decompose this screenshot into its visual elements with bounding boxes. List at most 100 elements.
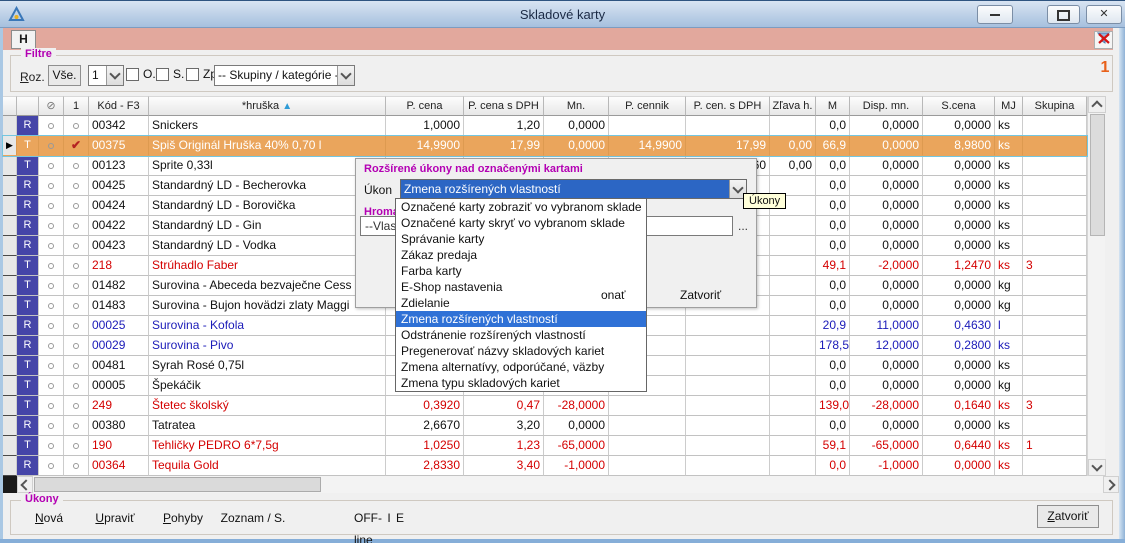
table-row[interactable]: ▶ T ✔ 249 Štetec školský 0,3920 0,47 -28… [3,396,1087,416]
checkbox-zp-box[interactable] [186,68,199,81]
roz-link[interactable]: Roz. [20,70,45,84]
count-select-button[interactable] [106,66,123,85]
row-selector-cell: ▶ [3,236,17,256]
groups-select[interactable]: -- Skupiny / kategórie -- [214,65,355,86]
cell-mj: ks [995,236,1023,256]
cell-name: Syrah Rosé 0,75l [149,356,386,376]
header-code[interactable]: Kód - F3 [89,96,149,116]
attachment-cell [39,416,64,436]
header-pcena[interactable]: P. cena [386,96,464,116]
dot-icon [73,163,79,169]
h-button[interactable]: H [11,30,36,49]
cell-disp: 0,0000 [850,356,923,376]
horizontal-scrollbar-thumb[interactable] [34,477,321,492]
header-m[interactable]: M [816,96,850,116]
dot-icon [73,283,79,289]
vykonat-button[interactable]: onať [601,288,626,302]
cell-m: 0,0 [816,196,850,216]
vertical-scrollbar-thumb[interactable] [1090,114,1105,236]
scroll-left-button[interactable] [17,476,33,493]
dropdown-item[interactable]: Označené karty skryť vo vybranom sklade [396,215,646,231]
cell-pcennik [609,116,686,136]
minimize-button[interactable] [977,5,1013,24]
dropdown-item[interactable]: Správanie karty [396,231,646,247]
cell-m: 59,1 [816,436,850,456]
row-type-cell: T [17,356,39,376]
cell-scena: 8,9800 [923,136,995,156]
chevron-up-icon [1091,100,1102,111]
action-button[interactable]: I [382,507,396,529]
cell-m: 0,0 [816,296,850,316]
dropdown-item[interactable]: Odstránenie rozšírených vlastností [396,327,646,343]
dropdown-item[interactable]: Zákaz predaja [396,247,646,263]
action-button[interactable]: OFF-line [354,507,368,529]
flag-cell: ✔ [64,416,89,436]
scroll-right-button[interactable] [1103,476,1119,493]
cell-disp: 0,0000 [850,196,923,216]
scroll-up-button[interactable] [1088,96,1106,113]
table-row[interactable]: ▶ R ✔ 00380 Tatratea 2,6670 3,20 0,0000 … [3,416,1087,436]
flag-cell: ✔ [64,196,89,216]
maximize-button[interactable] [1047,5,1080,24]
vse-button[interactable]: Vše. [48,65,81,86]
attachment-icon[interactable]: ⊘ [39,96,64,116]
table-row[interactable]: ▶ T ✔ 00375 Spiš Originál Hruška 40% 0,7… [3,136,1087,156]
dropdown-item[interactable]: Zmena alternatívy, odporúčané, väzby [396,359,646,375]
action-button[interactable]: Pohyby [148,507,218,529]
header-flag[interactable]: 1 [64,96,89,116]
vertical-scrollbar[interactable] [1087,96,1105,476]
checkbox-o-box[interactable] [126,68,139,81]
groups-select-button[interactable] [337,66,354,85]
close-window-button[interactable]: Zatvoriť [1037,505,1099,528]
dropdown-item[interactable]: Označené karty zobraziť vo vybranom skla… [396,199,646,215]
action-button[interactable]: E [396,507,404,529]
dropdown-item[interactable]: Pregenerovať názvy skladových kariet [396,343,646,359]
browse-button[interactable]: ... [738,219,748,233]
row-selector-cell: ▶ [3,256,17,276]
chevron-down-icon [1091,460,1102,471]
dialog-close-button[interactable]: Zatvoriť [680,288,721,302]
cell-mj: ks [995,356,1023,376]
attachment-cell [39,136,64,156]
header-mj[interactable]: MJ [995,96,1023,116]
table-row[interactable]: ▶ T ✔ 190 Tehličky PEDRO 6*7,5g 1,0250 1… [3,436,1087,456]
ukony-tooltip: Úkony [743,193,786,209]
horizontal-scrollbar[interactable] [3,476,1119,493]
close-button[interactable]: ✕ [1086,5,1122,24]
header-pcennik[interactable]: P. cennik [609,96,686,116]
cancel-filter-button[interactable] [1094,31,1113,49]
cell-mn: -28,0000 [544,396,609,416]
header-name[interactable]: *hruška ▲ [149,96,386,116]
action-button[interactable]: Zoznam / S. [218,507,288,529]
cell-name: Surovina - Kofola [149,316,386,336]
ukon-combobox[interactable]: Zmena rozšírených vlastností [400,179,747,199]
scroll-down-button[interactable] [1088,459,1106,476]
header-type[interactable] [17,96,39,116]
table-row[interactable]: ▶ R ✔ 00342 Snickers 1,0000 1,20 0,0000 … [3,116,1087,136]
checkbox-s[interactable]: S. [156,67,184,81]
header-mn[interactable]: Mn. [544,96,609,116]
cell-mj: ks [995,336,1023,356]
header-skupina[interactable]: Skupina [1023,96,1087,116]
header-pcen-dph[interactable]: P. cen. s DPH [686,96,770,116]
cell-disp: 0,0000 [850,116,923,136]
cell-scena: 0,0000 [923,296,995,316]
checkbox-o[interactable]: O. [126,67,156,81]
count-select[interactable]: 1 [88,65,124,86]
cell-m: 0,0 [816,176,850,196]
checkbox-s-box[interactable] [156,68,169,81]
cell-m: 0,0 [816,236,850,256]
dropdown-item[interactable]: Farba karty [396,263,646,279]
titlebar[interactable]: Skladové karty ✕ [0,0,1125,28]
attachment-cell [39,396,64,416]
header-zlava[interactable]: Zľava h. [770,96,816,116]
header-scena[interactable]: S.cena [923,96,995,116]
table-row[interactable]: ▶ R ✔ 00364 Tequila Gold 2,8330 3,40 -1,… [3,456,1087,476]
header-pcena-dph[interactable]: P. cena s DPH [464,96,544,116]
dropdown-item[interactable]: Zmena rozšírených vlastností [396,311,646,327]
dropdown-item[interactable]: Zmena typu skladových kariet [396,375,646,391]
header-disp[interactable]: Disp. mn. [850,96,923,116]
cell-skupina [1023,276,1087,296]
action-button[interactable]: Nová [16,507,82,529]
action-button[interactable]: Upraviť [82,507,148,529]
